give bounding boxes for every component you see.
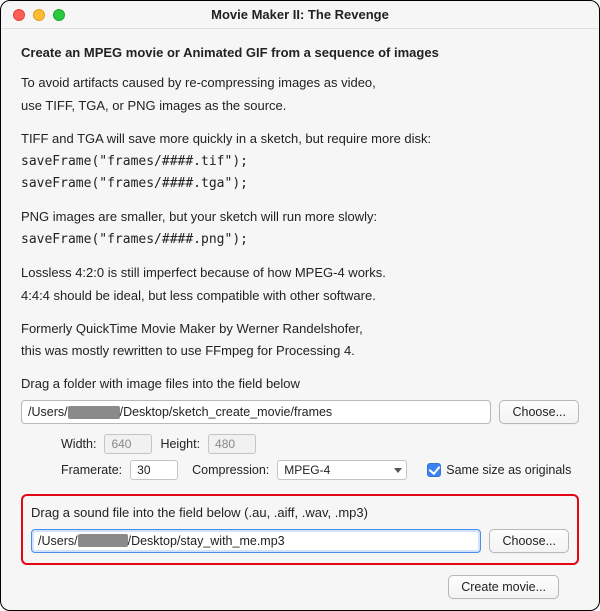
height-input[interactable]: 480 bbox=[208, 434, 256, 454]
text-line: use TIFF, TGA, or PNG images as the sour… bbox=[21, 97, 579, 116]
app-window: Movie Maker II: The Revenge Create an MP… bbox=[0, 0, 600, 611]
framerate-input[interactable]: 30 bbox=[130, 460, 178, 480]
choose-sound-file-button[interactable]: Choose... bbox=[489, 529, 569, 553]
sound-file-label: Drag a sound file into the field below (… bbox=[31, 504, 569, 523]
text-line: TIFF and TGA will save more quickly in a… bbox=[21, 130, 579, 149]
sound-file-input[interactable]: /Users/ /Desktop/stay_with_me.mp3 bbox=[31, 529, 481, 553]
choose-image-folder-button[interactable]: Choose... bbox=[499, 400, 579, 424]
code-line: saveFrame("frames/####.tif"); bbox=[21, 153, 579, 172]
compression-select[interactable]: MPEG-4 bbox=[277, 460, 407, 480]
paragraph-history: Formerly QuickTime Movie Maker by Werner… bbox=[21, 320, 579, 362]
image-folder-label: Drag a folder with image files into the … bbox=[21, 375, 579, 394]
paragraph-tiff-tga: TIFF and TGA will save more quickly in a… bbox=[21, 130, 579, 195]
create-movie-button[interactable]: Create movie... bbox=[448, 575, 559, 599]
paragraph-png: PNG images are smaller, but your sketch … bbox=[21, 208, 579, 250]
checkbox-checked-icon bbox=[427, 463, 441, 477]
path-prefix: /Users/ bbox=[38, 534, 78, 548]
path-suffix: /Desktop/stay_with_me.mp3 bbox=[128, 534, 285, 548]
path-prefix: /Users/ bbox=[28, 405, 68, 419]
compression-label: Compression: bbox=[192, 463, 269, 477]
paragraph-lossless: Lossless 4:2:0 is still imperfect becaus… bbox=[21, 264, 579, 306]
text-line: To avoid artifacts caused by re-compress… bbox=[21, 74, 579, 93]
compression-value: MPEG-4 bbox=[284, 463, 330, 477]
text-line: 4:4:4 should be ideal, but less compatib… bbox=[21, 287, 579, 306]
image-folder-section: Drag a folder with image files into the … bbox=[21, 375, 579, 480]
path-suffix: /Desktop/sketch_create_movie/frames bbox=[120, 405, 333, 419]
page-heading: Create an MPEG movie or Animated GIF fro… bbox=[21, 45, 579, 60]
height-label: Height: bbox=[160, 437, 200, 451]
chevron-down-icon bbox=[394, 468, 402, 473]
movie-settings-row1: Width: 640 Height: 480 bbox=[21, 434, 579, 454]
footer: Create movie... bbox=[21, 565, 579, 599]
width-label: Width: bbox=[61, 437, 96, 451]
text-line: Formerly QuickTime Movie Maker by Werner… bbox=[21, 320, 579, 339]
content: Create an MPEG movie or Animated GIF fro… bbox=[1, 29, 599, 611]
framerate-label: Framerate: bbox=[61, 463, 122, 477]
sound-file-section: Drag a sound file into the field below (… bbox=[21, 494, 579, 565]
same-size-label: Same size as originals bbox=[446, 463, 571, 477]
width-input[interactable]: 640 bbox=[104, 434, 152, 454]
image-folder-input[interactable]: /Users/ /Desktop/sketch_create_movie/fram… bbox=[21, 400, 491, 424]
paragraph-artifacts: To avoid artifacts caused by re-compress… bbox=[21, 74, 579, 116]
movie-settings-row2: Framerate: 30 Compression: MPEG-4 Same s… bbox=[21, 460, 579, 480]
redacted-username bbox=[78, 534, 128, 547]
redacted-username bbox=[68, 406, 120, 419]
code-line: saveFrame("frames/####.tga"); bbox=[21, 175, 579, 194]
same-size-checkbox[interactable]: Same size as originals bbox=[427, 463, 571, 477]
titlebar: Movie Maker II: The Revenge bbox=[1, 1, 599, 29]
code-line: saveFrame("frames/####.png"); bbox=[21, 231, 579, 250]
text-line: Lossless 4:2:0 is still imperfect becaus… bbox=[21, 264, 579, 283]
text-line: this was mostly rewritten to use FFmpeg … bbox=[21, 342, 579, 361]
window-title: Movie Maker II: The Revenge bbox=[1, 7, 599, 22]
text-line: PNG images are smaller, but your sketch … bbox=[21, 208, 579, 227]
